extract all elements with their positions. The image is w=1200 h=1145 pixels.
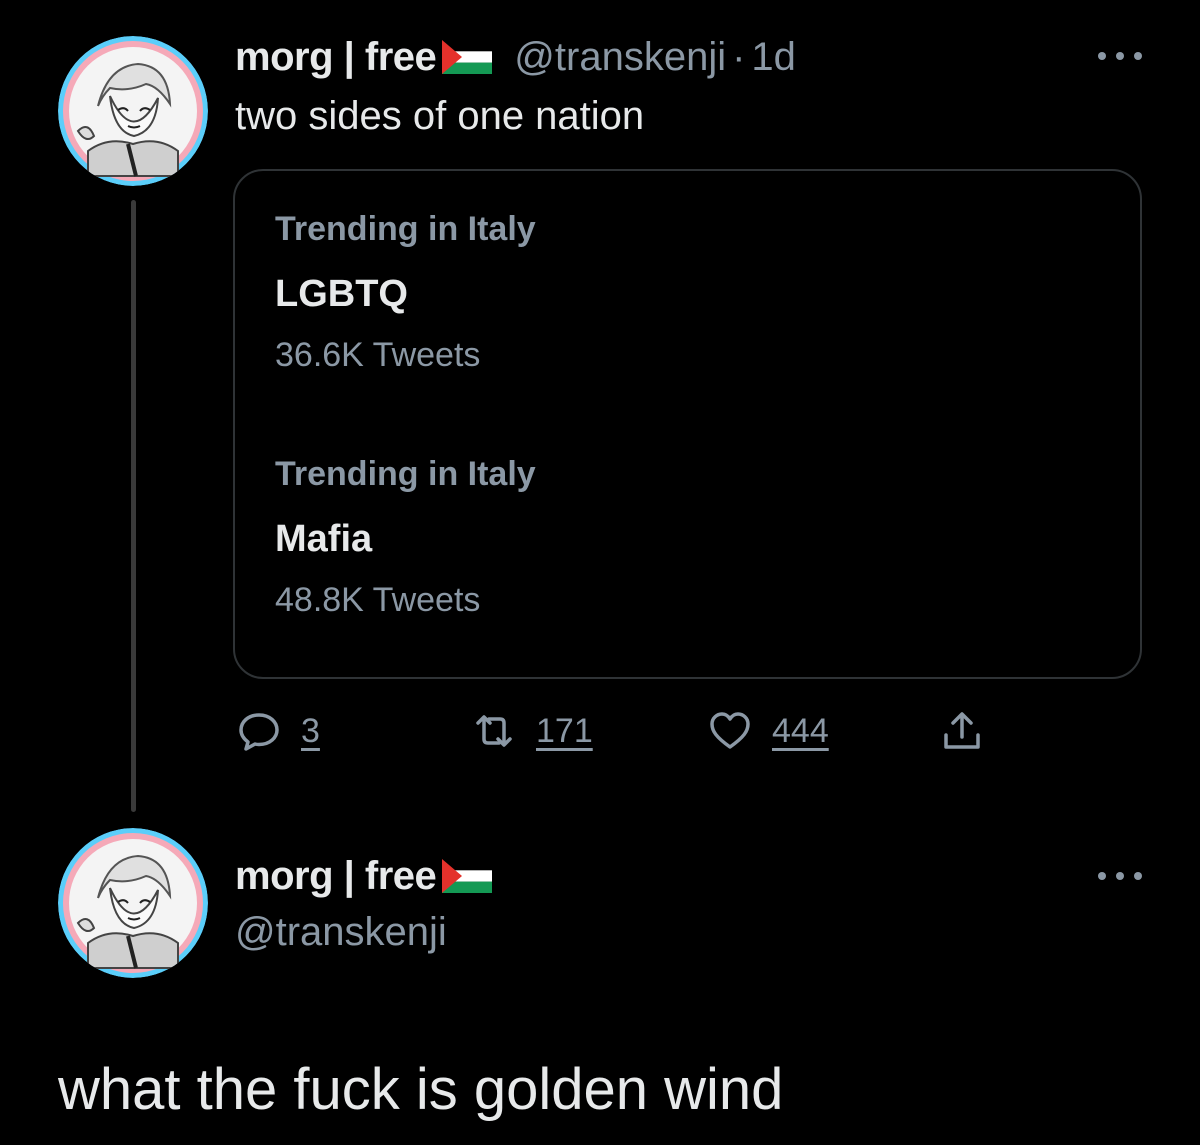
reply-icon — [237, 709, 281, 753]
avatar[interactable] — [58, 828, 208, 978]
retweet-count: 171 — [536, 711, 593, 750]
like-button[interactable]: 444 — [708, 706, 829, 756]
quoted-content-card[interactable]: Trending in Italy LGBTQ 36.6K Tweets Tre… — [233, 169, 1142, 679]
tweet-text: two sides of one nation — [235, 94, 645, 138]
share-icon — [940, 709, 984, 753]
retweet-button[interactable]: 171 — [472, 706, 593, 756]
trend-context: Trending in Italy — [275, 455, 536, 493]
separator-dot: · — [732, 35, 746, 79]
reply-button[interactable]: 3 — [237, 706, 320, 756]
reply-header: morg | free — [235, 852, 493, 900]
more-options-icon[interactable] — [1098, 46, 1142, 66]
trend-name: Mafia — [275, 518, 373, 560]
user-handle[interactable]: @transkenji — [235, 908, 447, 956]
display-name[interactable]: morg | free — [235, 852, 437, 900]
trend-item[interactable]: Trending in Italy LGBTQ 36.6K Tweets — [275, 209, 536, 375]
avatar[interactable] — [58, 36, 208, 186]
thread-connector-line — [131, 200, 136, 812]
display-name[interactable]: morg | free — [235, 33, 437, 81]
trend-tweet-count: 48.8K Tweets — [275, 581, 481, 619]
timestamp[interactable]: 1d — [751, 33, 796, 81]
reply-count: 3 — [301, 711, 320, 750]
trend-context: Trending in Italy — [275, 210, 536, 248]
share-button[interactable] — [940, 706, 984, 756]
avatar-image — [58, 828, 208, 978]
like-count: 444 — [772, 711, 829, 750]
trend-name: LGBTQ — [275, 273, 408, 315]
tweet-header: morg | free @transkenji · 1d — [235, 33, 796, 81]
avatar-image — [58, 36, 208, 186]
palestine-flag-icon — [442, 859, 493, 893]
retweet-icon — [472, 709, 516, 753]
reply-text: what the fuck is golden wind — [58, 1057, 784, 1122]
heart-icon — [708, 709, 752, 753]
more-options-icon[interactable] — [1098, 866, 1142, 886]
palestine-flag-icon — [442, 40, 493, 74]
user-handle[interactable]: @transkenji — [514, 33, 726, 81]
trend-item[interactable]: Trending in Italy Mafia 48.8K Tweets — [275, 454, 536, 620]
trend-tweet-count: 36.6K Tweets — [275, 336, 481, 374]
